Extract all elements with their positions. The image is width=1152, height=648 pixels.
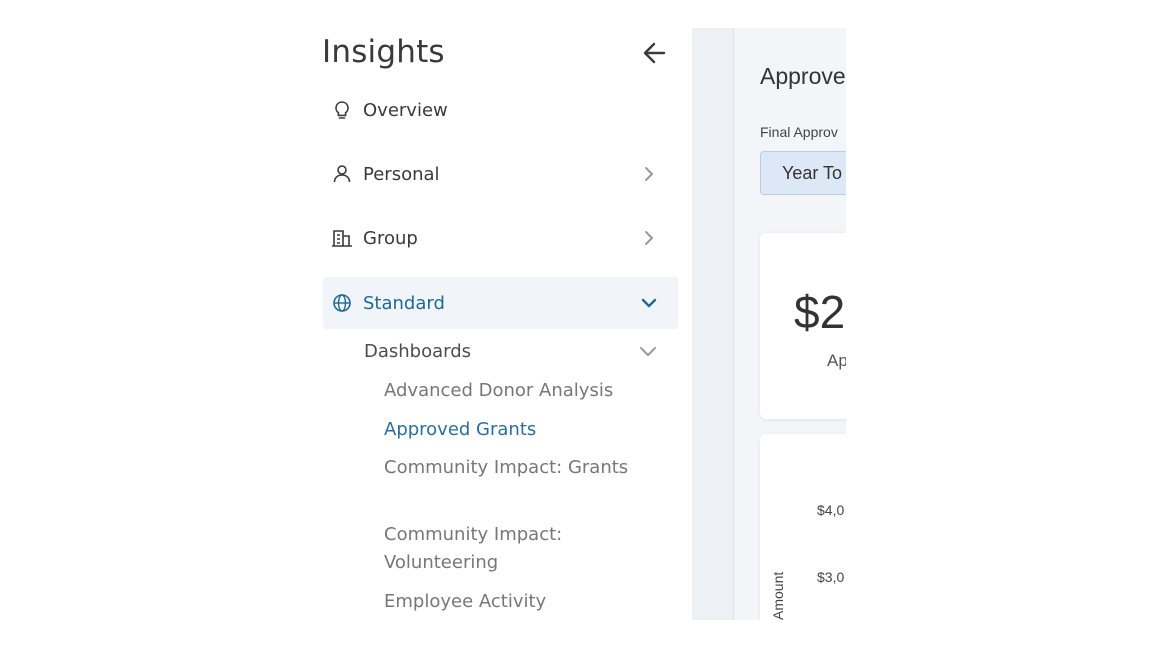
dashboards-label: Dashboards [364, 340, 472, 362]
y-axis-label: Amount [770, 571, 786, 620]
y-tick-label: $4,0 [817, 502, 845, 518]
main-gutter [692, 28, 733, 620]
dashboard-link-employee-activity[interactable]: Employee Activity [384, 588, 634, 616]
dashboards-section-toggle[interactable]: Dashboards [364, 336, 678, 366]
filter-label: Final Approv [760, 124, 838, 140]
globe-icon [333, 294, 351, 312]
y-tick-label: $3,0 [817, 569, 845, 585]
dashboard-link-community-impact-volunteering[interactable]: Community Impact: Volunteering [384, 521, 634, 577]
screen: Insights Overview Personal Group Standar… [0, 0, 1152, 648]
sidebar-item-personal[interactable]: Personal [323, 148, 678, 200]
chevron-right-icon [645, 231, 653, 245]
arrow-left-icon[interactable] [642, 40, 668, 66]
sidebar-item-group[interactable]: Group [323, 212, 678, 264]
main-content: Approve Final Approv Year To $2 Ap $4,0 … [733, 28, 846, 620]
insights-sidebar: Insights Overview Personal Group Standar… [306, 28, 692, 620]
chart-card: $4,0 $3,0 Amount [760, 434, 846, 620]
kpi-label: Ap [827, 351, 846, 370]
sidebar-item-label: Standard [363, 292, 445, 314]
kpi-value: $2 [794, 286, 846, 338]
date-range-filter-button[interactable]: Year To [760, 151, 846, 195]
sidebar-item-label: Group [363, 227, 418, 249]
page-title: Approve [760, 63, 846, 89]
chevron-down-icon [641, 298, 657, 308]
building-icon [332, 230, 352, 247]
sidebar-title: Insights [322, 34, 445, 70]
chevron-down-icon [640, 347, 656, 356]
kpi-card: $2 Ap [760, 233, 846, 419]
sidebar-item-standard[interactable]: Standard [323, 277, 678, 329]
chevron-right-icon [645, 167, 653, 181]
dashboard-link-community-impact-grants[interactable]: Community Impact: Grants [384, 454, 634, 482]
sidebar-item-overview[interactable]: Overview [323, 84, 678, 136]
sidebar-item-label: Overview [363, 99, 448, 121]
lightbulb-icon [335, 101, 349, 119]
dashboard-link-approved-grants[interactable]: Approved Grants [384, 416, 634, 444]
dashboard-link-advanced-donor-analysis[interactable]: Advanced Donor Analysis [384, 377, 634, 405]
sidebar-item-label: Personal [363, 163, 440, 185]
person-icon [333, 165, 351, 183]
